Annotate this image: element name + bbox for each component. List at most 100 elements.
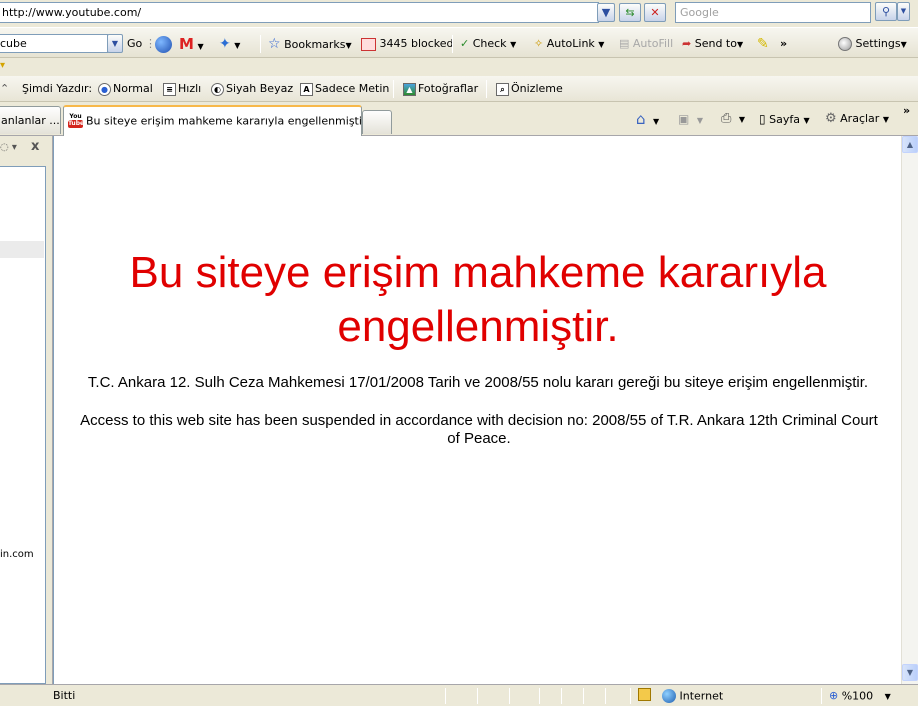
print-normal-icon: ●: [98, 82, 111, 96]
tools-menu-button[interactable]: ⚙ Araçlar ▼: [825, 110, 889, 128]
settings-icon: [838, 37, 852, 51]
address-dropdown-button[interactable]: ▼: [597, 3, 615, 22]
feeds-button[interactable]: ▣ ▼: [678, 110, 703, 128]
photos-label: Fotoğraflar: [418, 82, 479, 95]
search-button[interactable]: ⚲: [875, 2, 897, 21]
fast-label: Hızlı: [178, 82, 202, 95]
tab-label: Bu siteye erişim mahkeme kararıyla engel…: [86, 114, 362, 128]
toolbar-search-input[interactable]: cube: [0, 34, 108, 53]
print-button[interactable]: ⎙ ▼: [721, 110, 745, 128]
spell-check-button[interactable]: ✓ Check ▼: [460, 34, 516, 54]
status-divider: [630, 688, 631, 704]
popup-blocker-button[interactable]: 3445 blocked: [361, 34, 454, 54]
search-options-button[interactable]: ▼: [897, 2, 910, 21]
refresh-button[interactable]: ⇆: [619, 3, 641, 22]
chevron-down-icon: ▼: [598, 40, 605, 49]
status-divider: [539, 688, 540, 704]
new-tab-button[interactable]: [362, 110, 392, 134]
home-icon: ⌂: [636, 110, 646, 128]
star-icon: ☆: [268, 36, 281, 52]
tab-favorites[interactable]: anlanlar ...: [0, 106, 61, 134]
print-photo-icon: ▲: [403, 82, 416, 96]
status-divider: [583, 688, 584, 704]
print-normal-button[interactable]: ● Normal: [98, 80, 153, 98]
chevron-down-icon: ▼: [882, 115, 889, 124]
send-to-label: Send to: [694, 37, 737, 50]
send-to-icon: ➦: [682, 37, 692, 50]
print-photos-button[interactable]: ▲ Fotoğraflar: [403, 80, 478, 98]
chevron-down-icon: ▼: [906, 668, 914, 677]
autolink-button[interactable]: ✧ AutoLink ▼: [534, 34, 604, 54]
tab-youtube[interactable]: You Tube Bu siteye erişim mahkeme kararıyl…: [63, 105, 362, 136]
autofill-button[interactable]: ▤ AutoFill: [619, 34, 673, 54]
vertical-scrollbar[interactable]: ▲ ▼: [901, 136, 918, 684]
list-item-selected[interactable]: [0, 241, 44, 258]
print-fast-button[interactable]: ≡ Hızlı: [163, 80, 201, 98]
send-to-button[interactable]: ➦ Send to▼: [682, 34, 743, 54]
page-menu-button[interactable]: ▯ Sayfa ▼: [759, 110, 810, 128]
settings-label: Settings: [855, 37, 901, 50]
zoom-button[interactable]: ⊕ %100 ▼: [829, 689, 891, 703]
toolbar-divider: [486, 80, 487, 98]
status-divider: [561, 688, 562, 704]
settings-button[interactable]: Settings▼: [838, 34, 907, 54]
search-icon: ⚲: [881, 5, 891, 18]
chevron-down-icon: ▼: [884, 692, 891, 701]
highlighter-icon: ✎: [757, 36, 769, 52]
print-now-label: Şimdi Yazdır:: [22, 82, 93, 95]
chevron-down-icon: ▼: [696, 116, 703, 125]
chevron-down-icon: ▼: [900, 7, 907, 15]
chevron-down-icon: ▼: [653, 117, 660, 126]
internet-zone[interactable]: Internet: [662, 689, 723, 703]
go-label: Go: [127, 37, 143, 50]
preview-label: Önizleme: [511, 82, 563, 95]
print-bw-button[interactable]: ◐ Siyah Beyaz: [211, 80, 293, 98]
tools-menu-label: Araçlar: [840, 112, 880, 125]
highlighter-button[interactable]: ✎: [757, 34, 769, 54]
print-toolbar: ⌃ Şimdi Yazdır: ● Normal ≡ Hızlı ◐ Siyah Be…: [0, 76, 918, 102]
chevron-down-icon: ▼: [601, 6, 611, 19]
spellcheck-icon: ✓: [460, 37, 470, 50]
bookmarks-button[interactable]: ☆ Bookmarks▼: [268, 34, 352, 54]
print-textonly-button[interactable]: A Sadece Metin: [300, 80, 389, 98]
google-button[interactable]: [155, 34, 172, 54]
autofill-label: AutoFill: [632, 37, 674, 50]
list-item[interactable]: in.com: [0, 549, 34, 560]
bookmarks-star-button[interactable]: ✦ ▼: [219, 34, 240, 54]
panel-options-icon[interactable]: ◌ ▾: [0, 142, 17, 153]
zone-label: Internet: [679, 689, 724, 703]
security-lock-icon: [638, 688, 651, 704]
scroll-up-button[interactable]: ▲: [902, 136, 918, 153]
magic-wand-icon: ✧: [534, 37, 544, 50]
search-input[interactable]: Google: [675, 2, 871, 23]
favorites-icon[interactable]: ▾: [0, 60, 5, 71]
print-preview-button[interactable]: ⌕ Önizleme: [496, 80, 563, 98]
panel-list: in.com: [0, 166, 46, 684]
refresh-icon: ⇆: [625, 6, 635, 19]
close-icon[interactable]: x: [31, 139, 39, 154]
panel-header: ◌ ▾ x: [0, 136, 52, 162]
globe-icon: [155, 35, 172, 53]
stop-icon: ✕: [650, 6, 660, 19]
command-more-button[interactable]: »: [903, 102, 910, 120]
scroll-down-button[interactable]: ▼: [902, 664, 918, 681]
textonly-label: Sadece Metin: [315, 82, 390, 95]
home-button[interactable]: ⌂ ▼: [636, 110, 659, 128]
english-notice: Access to this web site has been suspend…: [80, 412, 878, 447]
globe-icon: [662, 689, 676, 703]
address-input[interactable]: http://www.youtube.com/: [0, 2, 599, 23]
status-divider: [605, 688, 606, 704]
page-menu-label: Sayfa: [769, 113, 800, 126]
gmail-button[interactable]: M ▼: [179, 34, 204, 54]
more-tools-button[interactable]: »: [780, 34, 787, 54]
toolbar-search-dropdown[interactable]: ▼: [107, 34, 123, 53]
print-text-icon: A: [300, 82, 313, 96]
go-button[interactable]: Go: [127, 34, 142, 54]
autolink-label: AutoLink: [546, 37, 595, 50]
autofill-icon: ▤: [619, 37, 630, 50]
blocked-headline: Bu siteye erişim mahkeme kararıyla engel…: [129, 248, 827, 351]
chevron-down-icon: ▼: [900, 40, 907, 49]
print-preview-icon: ⌕: [496, 82, 509, 96]
stop-button[interactable]: ✕: [644, 3, 666, 22]
chevron-down-icon: ▼: [234, 41, 241, 50]
